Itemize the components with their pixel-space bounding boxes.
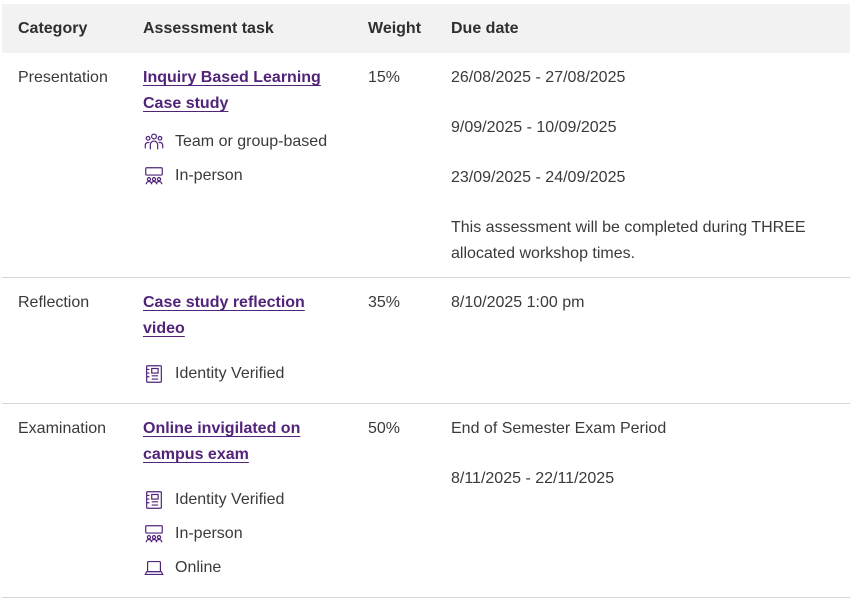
laptop-icon [144,560,164,576]
attribute-label: Identity Verified [175,365,285,382]
attribute-label: Team or group-based [175,133,328,150]
due-date-cell: 26/08/2025 - 27/08/2025 9/09/2025 - 10/0… [451,65,831,267]
attribute-label: Online [175,559,222,576]
header-assessment-task: Assessment task [143,20,274,37]
header-due-date: Due date [451,20,519,37]
task-link[interactable]: Online invigilated on campus exam [143,420,300,463]
attribute-team: Team or group-based [143,125,343,159]
attribute-identity-verified: Identity Verified [143,483,343,517]
due-date-cell: End of Semester Exam Period 8/11/2025 - … [451,416,831,492]
category-cell: Presentation [18,69,108,86]
due-date-cell: 8/10/2025 1:00 pm [451,290,831,316]
header-category: Category [18,20,88,37]
team-icon [144,133,164,150]
attribute-label: In-person [175,167,243,184]
due-date-line: 8/11/2025 - 22/11/2025 [451,470,615,487]
table-row: Reflection Case study reflection video Id… [2,278,850,404]
header-weight: Weight [368,20,422,37]
weight-cell: 35% [368,294,401,311]
weight-cell: 50% [368,420,401,437]
task-link[interactable]: Case study reflection video [143,294,305,337]
task-cell: Inquiry Based Learning Case study Team or… [143,65,343,193]
table-header: Category Assessment task Weight Due date [2,4,850,53]
attribute-online: Online [143,551,343,585]
task-cell: Online invigilated on campus exam Identit… [143,416,343,585]
attribute-label: Identity Verified [175,491,285,508]
in-person-icon [145,525,163,543]
task-cell: Case study reflection video Identity Veri… [143,290,343,391]
in-person-icon [145,167,163,185]
due-date-line: 9/09/2025 - 10/09/2025 [451,119,617,136]
task-link[interactable]: Inquiry Based Learning Case study [143,69,321,112]
due-date-line: 8/10/2025 1:00 pm [451,294,585,311]
assessment-table: Category Assessment task Weight Due date… [2,4,850,598]
identity-verified-icon [146,491,162,509]
due-date-line: 26/08/2025 - 27/08/2025 [451,69,626,86]
attribute-identity-verified: Identity Verified [143,357,343,391]
attribute-in-person: In-person [143,517,343,551]
category-cell: Reflection [18,294,90,311]
due-date-line: 23/09/2025 - 24/09/2025 [451,169,626,186]
attribute-in-person: In-person [143,159,343,193]
attribute-label: In-person [175,525,243,542]
table-row: Examination Online invigilated on campus … [2,404,850,598]
table-row: Presentation Inquiry Based Learning Case … [2,53,850,278]
due-date-note: This assessment will be completed during… [451,219,806,262]
due-date-line: End of Semester Exam Period [451,420,667,437]
category-cell: Examination [18,420,107,437]
identity-verified-icon [146,365,162,383]
weight-cell: 15% [368,69,401,86]
